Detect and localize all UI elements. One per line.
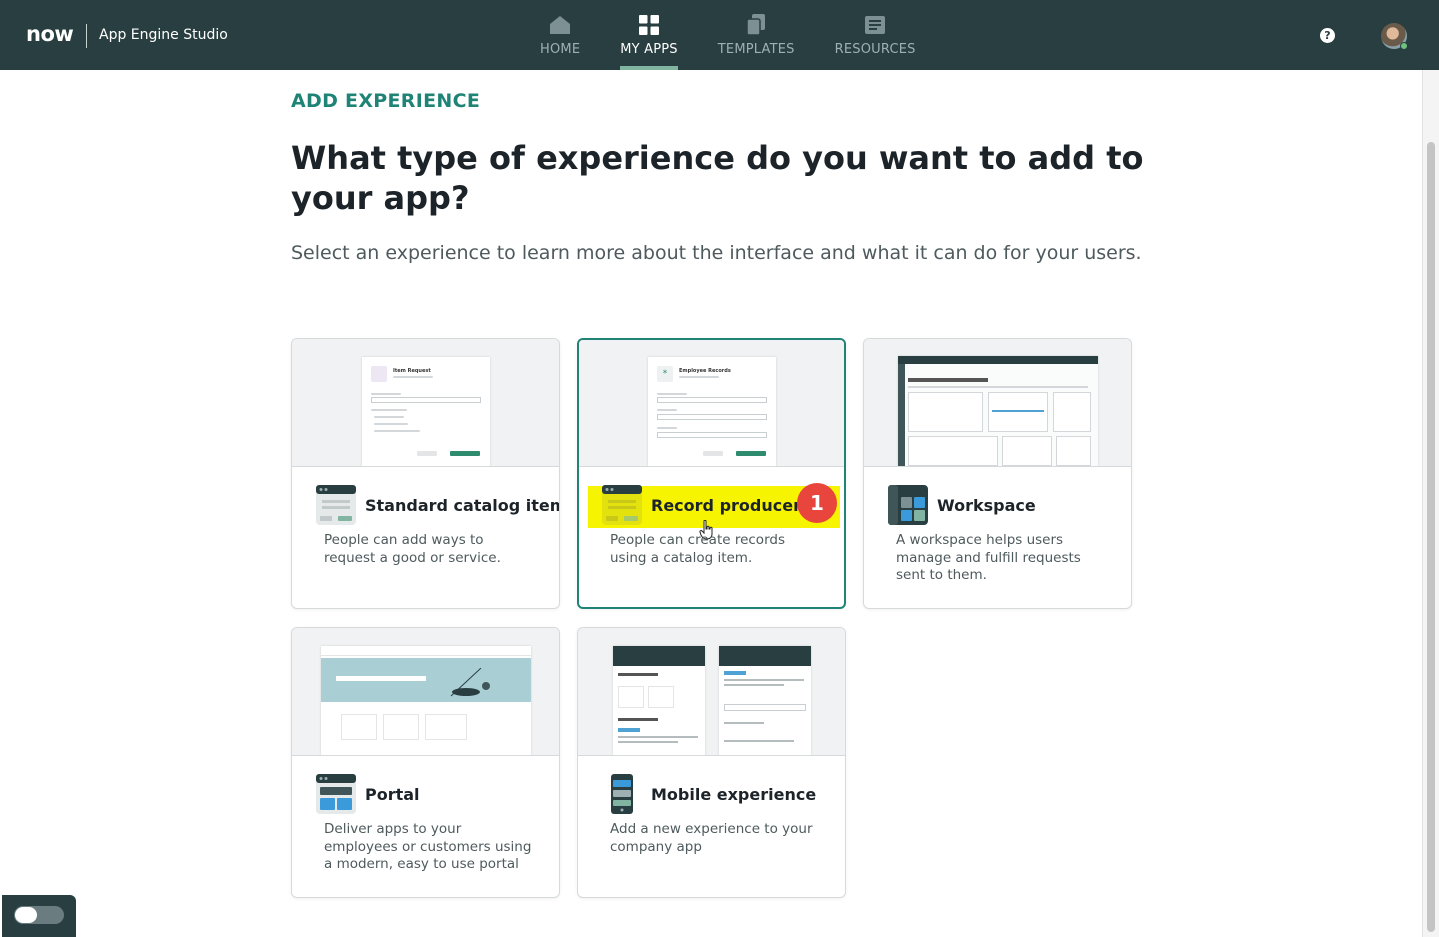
page-eyebrow: ADD EXPERIENCE bbox=[291, 90, 481, 112]
card-title: Workspace bbox=[937, 495, 1036, 515]
toggle-panel bbox=[2, 895, 76, 937]
record-producer-icon bbox=[602, 485, 642, 525]
card-description: A workspace helps users manage and fulfi… bbox=[896, 532, 1081, 583]
app-name: App Engine Studio bbox=[99, 27, 228, 43]
logo-divider bbox=[86, 24, 87, 48]
grid-icon bbox=[637, 14, 661, 36]
nav-templates[interactable]: TEMPLATES bbox=[718, 0, 795, 70]
card-preview: Item Request bbox=[292, 339, 559, 467]
top-nav-bar: now App Engine Studio HOME MY APPS TEMPL… bbox=[0, 0, 1439, 70]
card-title-row: Record producer bbox=[602, 485, 828, 525]
nav-home[interactable]: HOME bbox=[540, 0, 580, 70]
page-title: What type of experience do you want to a… bbox=[291, 139, 1144, 217]
nav-resources[interactable]: RESOURCES bbox=[835, 0, 916, 70]
step-badge: 1 bbox=[797, 483, 837, 523]
servicenow-logo[interactable]: now bbox=[26, 22, 74, 46]
workspace-icon bbox=[888, 485, 928, 525]
card-description: People can add ways to request a good or… bbox=[324, 532, 501, 566]
card-preview bbox=[864, 339, 1131, 467]
scrollbar-thumb[interactable] bbox=[1427, 142, 1435, 932]
book-icon bbox=[863, 14, 887, 36]
preview-title: Item Request bbox=[393, 368, 431, 374]
scrollbar[interactable] bbox=[1422, 70, 1439, 937]
catalog-item-icon bbox=[316, 485, 356, 525]
card-standard-catalog-item[interactable]: Item Request Standard catalog item Peopl… bbox=[291, 338, 560, 609]
home-icon bbox=[548, 14, 572, 36]
card-title: Record producer bbox=[651, 495, 801, 515]
card-title: Standard catalog item bbox=[365, 495, 560, 515]
card-preview bbox=[292, 628, 559, 756]
toggle-switch[interactable] bbox=[14, 906, 64, 924]
card-title-row: Workspace bbox=[888, 485, 1115, 525]
help-icon[interactable]: ? bbox=[1320, 28, 1335, 43]
card-workspace[interactable]: Workspace A workspace helps users manage… bbox=[863, 338, 1132, 609]
card-title-row: Mobile experience bbox=[602, 774, 829, 814]
portal-icon bbox=[316, 774, 356, 814]
toggle-knob bbox=[15, 907, 37, 923]
card-title-row: Standard catalog item bbox=[316, 485, 559, 525]
copy-icon bbox=[744, 14, 768, 36]
nav-my-apps-label: MY APPS bbox=[620, 42, 678, 57]
mobile-icon bbox=[602, 774, 642, 814]
nav-resources-label: RESOURCES bbox=[834, 42, 916, 57]
card-preview bbox=[578, 628, 845, 756]
nav-home-label: HOME bbox=[540, 42, 581, 57]
card-title: Mobile experience bbox=[651, 784, 817, 804]
nav-my-apps[interactable]: MY APPS bbox=[620, 0, 678, 70]
card-preview: * Employee Records bbox=[579, 340, 844, 467]
presence-indicator bbox=[1400, 42, 1408, 50]
card-description: Deliver apps to your employees or custom… bbox=[324, 821, 532, 872]
main-nav: HOME MY APPS TEMPLATES RESOURCES bbox=[540, 0, 956, 70]
card-portal[interactable]: Portal Deliver apps to your employees or… bbox=[291, 627, 560, 898]
page-subtitle: Select an experience to learn more about… bbox=[291, 242, 1142, 264]
card-title: Portal bbox=[365, 784, 420, 804]
card-description: Add a new experience to your company app bbox=[610, 821, 813, 855]
preview-title: Employee Records bbox=[679, 368, 731, 374]
nav-templates-label: TEMPLATES bbox=[717, 42, 795, 57]
card-record-producer[interactable]: * Employee Records Record producer 1 Peo… bbox=[577, 338, 846, 609]
card-title-row: Portal bbox=[316, 774, 543, 814]
card-description: People can create records using a catalo… bbox=[610, 532, 785, 566]
card-mobile-experience[interactable]: Mobile experience Add a new experience t… bbox=[577, 627, 846, 898]
